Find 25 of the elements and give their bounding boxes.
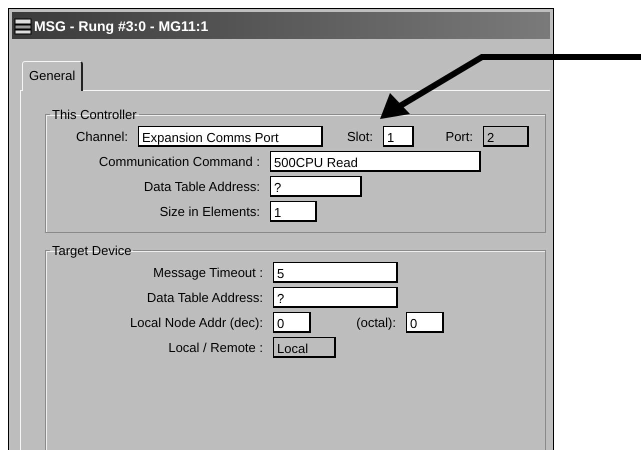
octal-field[interactable]: 0 (406, 312, 444, 333)
field-label: Slot: (346, 129, 374, 144)
text-field[interactable]: ? (273, 287, 398, 308)
group-title: This Controller (51, 107, 138, 122)
text-field[interactable]: 5 (273, 262, 398, 283)
field-label: Local Node Addr (dec): (129, 315, 264, 330)
window-title: MSG - Rung #3:0 - MG11:1 (34, 18, 208, 34)
field-label: Port: (444, 129, 474, 144)
field-label: Data Table Address: (142, 179, 261, 194)
field-label: Local / Remote : (167, 340, 264, 355)
field-label: Channel: (74, 129, 129, 144)
app-icon (14, 16, 32, 34)
text-field[interactable]: 500CPU Read (270, 151, 481, 172)
text-field[interactable]: 1 (270, 201, 317, 222)
text-field[interactable]: ? (270, 176, 362, 197)
channel-field[interactable]: Expansion Comms Port (138, 126, 323, 147)
slot-field[interactable]: 1 (383, 126, 414, 147)
field-label: Communication Command : (98, 154, 261, 169)
tab[interactable]: General (22, 61, 84, 91)
field-label: Data Table Address: (146, 290, 264, 305)
field-label: Message Timeout : (152, 265, 264, 280)
node-address-field[interactable]: 0 (273, 312, 311, 333)
field-label: (octal): (355, 315, 397, 330)
group-title: Target Device (51, 243, 132, 258)
field-label: Size in Elements: (158, 204, 261, 219)
